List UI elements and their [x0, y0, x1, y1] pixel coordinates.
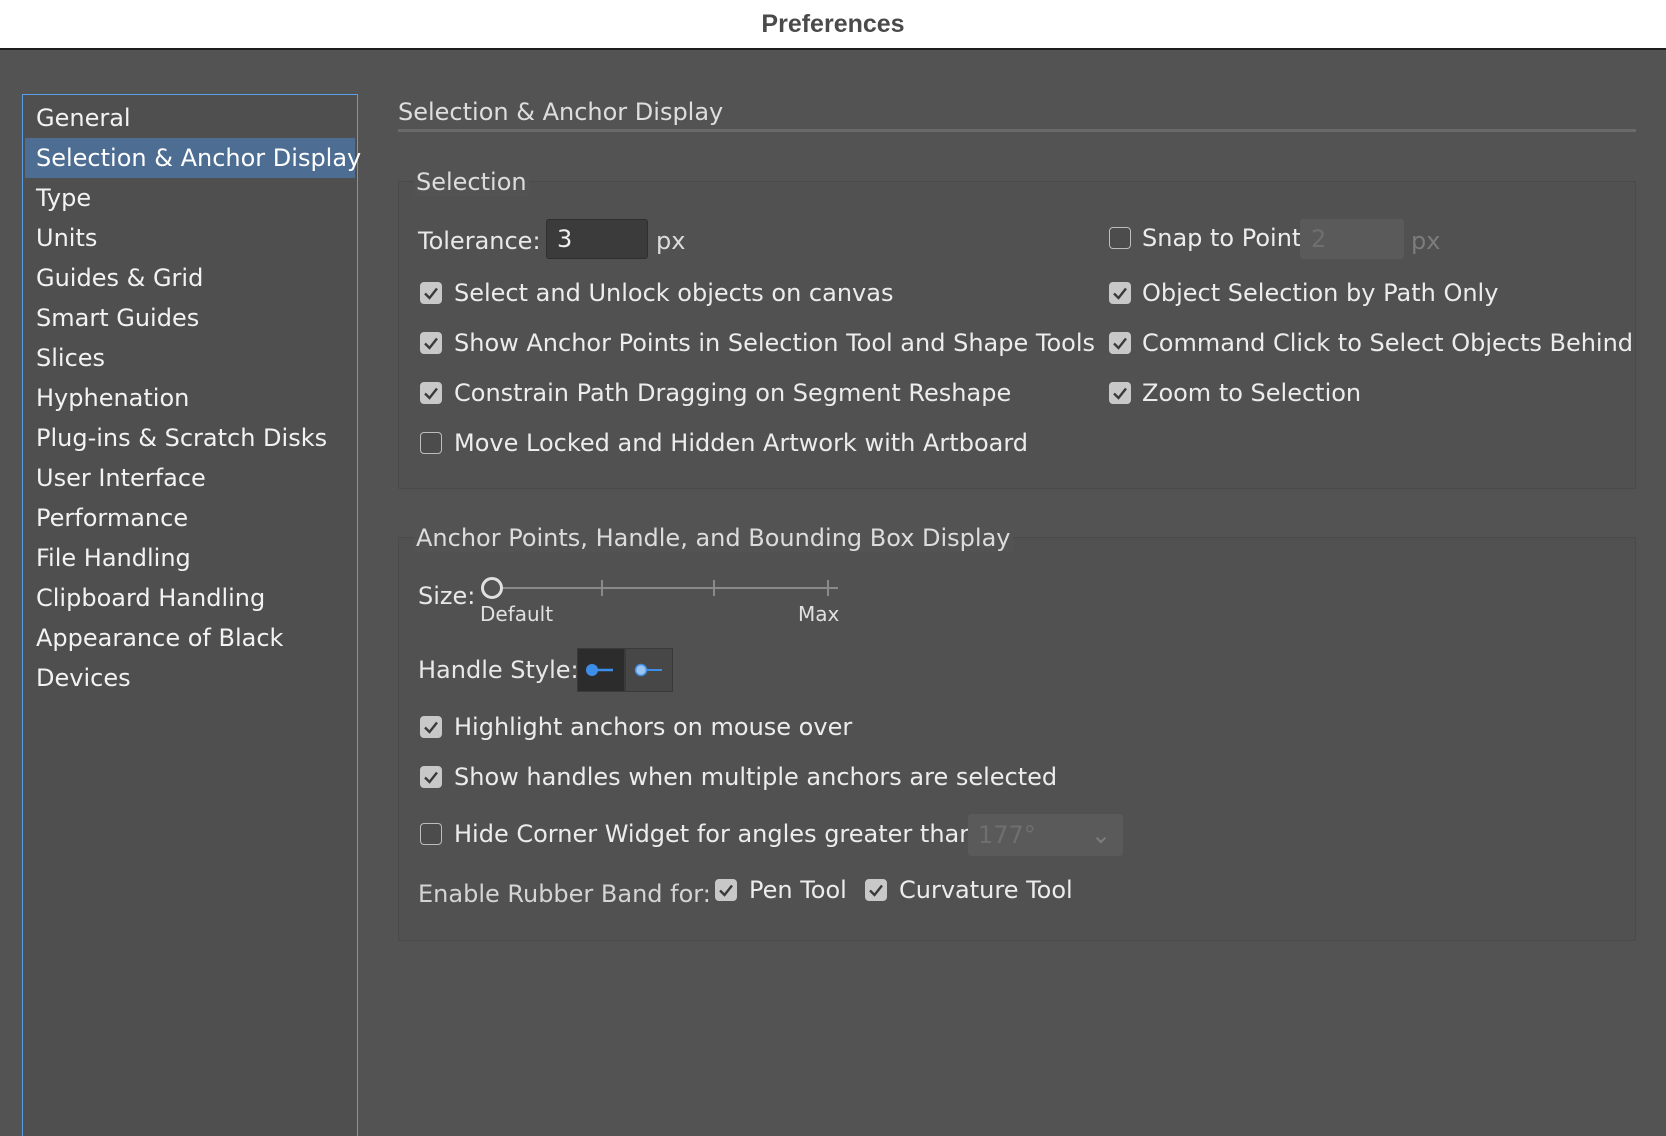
- snap-to-point-checkbox[interactable]: [1109, 227, 1131, 249]
- sidebar-item-clipboard-handling[interactable]: Clipboard Handling: [25, 578, 355, 618]
- pen-tool-checkbox[interactable]: [715, 879, 737, 901]
- checkmark-icon: [424, 287, 438, 300]
- window-title: Preferences: [761, 9, 905, 38]
- corner-angle-dropdown[interactable]: 177° ⌄: [968, 814, 1123, 856]
- selection-group-label: Selection: [414, 168, 529, 196]
- show-handles-label: Show handles when multiple anchors are s…: [454, 763, 1058, 791]
- select-unlock-label: Select and Unlock objects on canvas: [454, 279, 894, 307]
- checkmark-icon: [424, 721, 438, 734]
- solid-handle-icon: [586, 664, 613, 676]
- constrain-path-checkbox[interactable]: [420, 382, 442, 404]
- select-unlock-checkbox[interactable]: [420, 282, 442, 304]
- hide-corner-widget-label: Hide Corner Widget for angles greater th…: [454, 820, 983, 848]
- sidebar-item-units[interactable]: Units: [25, 218, 355, 258]
- size-slider-track[interactable]: [502, 587, 838, 589]
- snap-to-point-label: Snap to Point: [1142, 224, 1302, 252]
- size-max-label: Max: [798, 602, 840, 626]
- sidebar-item-hyphenation[interactable]: Hyphenation: [25, 378, 355, 418]
- handle-style-solid-button[interactable]: [577, 648, 625, 692]
- highlight-anchors-label: Highlight anchors on mouse over: [454, 713, 853, 741]
- constrain-path-label: Constrain Path Dragging on Segment Resha…: [454, 379, 1012, 407]
- handle-style-label: Handle Style:: [418, 656, 579, 684]
- sidebar-item-user-interface[interactable]: User Interface: [25, 458, 355, 498]
- size-default-label: Default: [480, 602, 554, 626]
- corner-angle-value: 177°: [978, 821, 1036, 849]
- command-click-checkbox[interactable]: [1109, 332, 1131, 354]
- zoom-to-selection-label: Zoom to Selection: [1142, 379, 1362, 407]
- curvature-tool-label: Curvature Tool: [899, 876, 1073, 904]
- sidebar-item-appearance-of-black[interactable]: Appearance of Black: [25, 618, 355, 658]
- snap-to-point-unit: px: [1411, 227, 1441, 255]
- size-slider-knob[interactable]: [481, 577, 503, 599]
- checkmark-icon: [424, 337, 438, 350]
- move-locked-checkbox[interactable]: [420, 432, 442, 454]
- snap-to-point-input[interactable]: 2: [1300, 219, 1404, 259]
- tolerance-input[interactable]: 3: [546, 219, 648, 259]
- curvature-tool-checkbox[interactable]: [865, 879, 887, 901]
- rubber-band-label: Enable Rubber Band for:: [418, 880, 711, 908]
- checkmark-icon: [1113, 337, 1127, 350]
- hide-corner-widget-checkbox[interactable]: [420, 823, 442, 845]
- checkmark-icon: [1113, 287, 1127, 300]
- zoom-to-selection-checkbox[interactable]: [1109, 382, 1131, 404]
- size-slider-tick: [827, 580, 829, 596]
- size-slider-tick: [601, 580, 603, 596]
- checkmark-icon: [424, 771, 438, 784]
- anchor-display-group-label: Anchor Points, Handle, and Bounding Box …: [414, 524, 1013, 552]
- show-handles-checkbox[interactable]: [420, 766, 442, 788]
- sidebar-item-type[interactable]: Type: [25, 178, 355, 218]
- title-bar: Preferences: [0, 0, 1666, 50]
- sidebar-item-smart-guides[interactable]: Smart Guides: [25, 298, 355, 338]
- chevron-down-icon: ⌄: [1090, 821, 1111, 849]
- handle-style-hollow-button[interactable]: [625, 648, 673, 692]
- object-selection-path-label: Object Selection by Path Only: [1142, 279, 1499, 307]
- checkmark-icon: [869, 884, 883, 897]
- highlight-anchors-checkbox[interactable]: [420, 716, 442, 738]
- show-anchor-points-label: Show Anchor Points in Selection Tool and…: [454, 329, 1095, 357]
- size-slider-tick: [713, 580, 715, 596]
- panel-title: Selection & Anchor Display: [398, 98, 724, 126]
- checkmark-icon: [719, 884, 733, 897]
- sidebar-item-selection-anchor-display[interactable]: Selection & Anchor Display: [25, 138, 361, 178]
- sidebar-item-performance[interactable]: Performance: [25, 498, 355, 538]
- tolerance-unit: px: [656, 227, 686, 255]
- checkmark-icon: [424, 387, 438, 400]
- show-anchor-points-checkbox[interactable]: [420, 332, 442, 354]
- panel-divider: [398, 129, 1636, 132]
- sidebar-item-slices[interactable]: Slices: [25, 338, 355, 378]
- checkmark-icon: [1113, 387, 1127, 400]
- preferences-sidebar: General Selection & Anchor Display Type …: [22, 94, 361, 1136]
- pen-tool-label: Pen Tool: [749, 876, 847, 904]
- tolerance-label: Tolerance:: [418, 227, 541, 255]
- sidebar-item-file-handling[interactable]: File Handling: [25, 538, 355, 578]
- sidebar-item-devices[interactable]: Devices: [25, 658, 355, 698]
- sidebar-item-general[interactable]: General: [25, 98, 355, 138]
- size-label: Size:: [418, 582, 476, 610]
- move-locked-label: Move Locked and Hidden Artwork with Artb…: [454, 429, 1029, 457]
- sidebar-item-guides-grid[interactable]: Guides & Grid: [25, 258, 355, 298]
- hollow-handle-icon: [634, 663, 662, 677]
- sidebar-item-plugins-scratch-disks[interactable]: Plug-ins & Scratch Disks: [25, 418, 355, 458]
- command-click-label: Command Click to Select Objects Behind: [1142, 329, 1634, 357]
- object-selection-path-checkbox[interactable]: [1109, 282, 1131, 304]
